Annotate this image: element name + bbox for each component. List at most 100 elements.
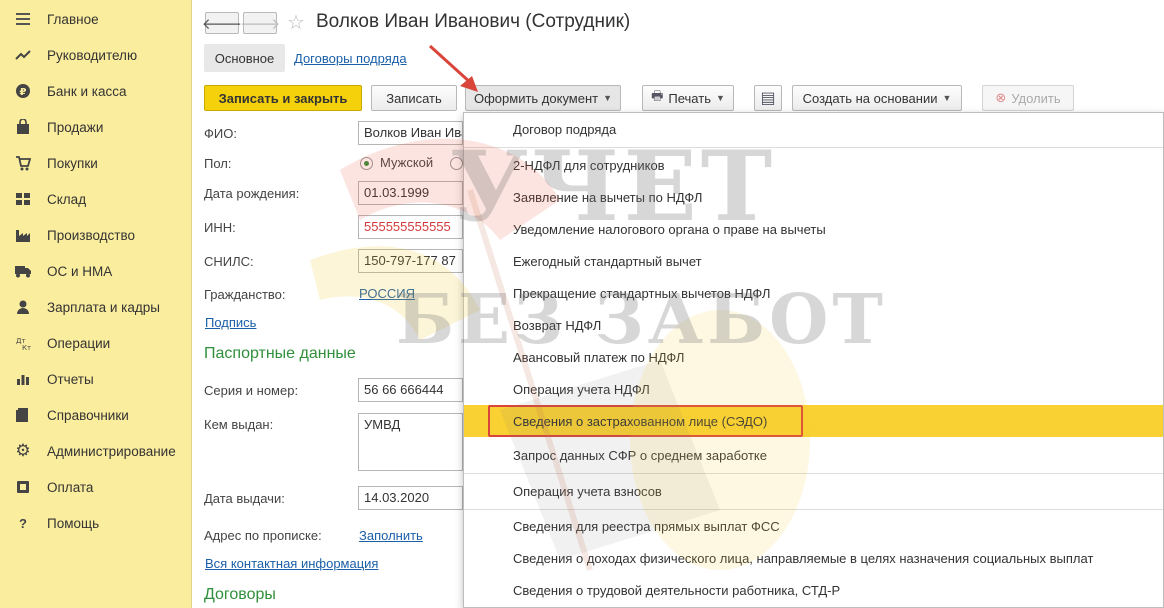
menu-item-income-info[interactable]: Сведения о доходах физического лица, нап… xyxy=(464,542,1163,574)
sidebar-item-operations[interactable]: Дт Кт Операции xyxy=(0,329,192,357)
issued-by-label: Кем выдан: xyxy=(204,417,274,432)
forward-button[interactable]: 🡒 xyxy=(239,12,281,34)
sidebar-item-label: Продажи xyxy=(47,119,104,135)
menu-item-fss-registry[interactable]: Сведения для реестра прямых выплат ФСС xyxy=(464,510,1163,542)
menu-item-sfr-request[interactable]: Запрос данных СФР о среднем заработке xyxy=(464,439,1163,471)
sidebar-item-label: Покупки xyxy=(47,155,98,171)
menu-item-2ndfl[interactable]: 2-НДФЛ для сотрудников xyxy=(464,149,1163,181)
sidebar-item-main[interactable]: Главное xyxy=(0,5,192,33)
address-fill-link[interactable]: Заполнить xyxy=(359,528,423,543)
create-based-on-label: Создать на основании xyxy=(802,90,938,106)
sidebar: Главное Руководителю ₽ Банк и касса Прод… xyxy=(0,0,192,608)
menu-item-deduction-application[interactable]: Заявление на вычеты по НДФЛ xyxy=(464,181,1163,213)
sidebar-item-admin[interactable]: ⚙ Администрирование xyxy=(0,437,192,465)
menu-item-tax-notice[interactable]: Уведомление налогового органа о праве на… xyxy=(464,213,1163,245)
gender-label: Пол: xyxy=(204,156,232,171)
sidebar-item-label: Оплата xyxy=(47,479,94,495)
arrow-right-icon: 🡒 xyxy=(239,15,281,33)
sidebar-item-label: Склад xyxy=(47,191,87,207)
citizenship-link[interactable]: РОССИЯ xyxy=(359,286,415,301)
contact-info-link[interactable]: Вся контактная информация xyxy=(205,556,378,571)
create-document-button[interactable]: Оформить документ ▼ xyxy=(465,85,621,111)
fio-field[interactable]: Волков Иван Ива xyxy=(358,121,463,145)
gender-female-radio[interactable] xyxy=(450,157,463,170)
menu-item-contributions-operation[interactable]: Операция учета взносов xyxy=(464,475,1163,507)
payment-icon xyxy=(14,478,32,496)
sidebar-item-bank[interactable]: ₽ Банк и касса xyxy=(0,77,192,105)
sidebar-item-label: Зарплата и кадры xyxy=(47,299,160,315)
menu-item-std-r[interactable]: Сведения о трудовой деятельности работни… xyxy=(464,574,1163,606)
snils-field[interactable]: 150-797-177 87 xyxy=(358,249,463,273)
menu-item-advance-payment[interactable]: Авансовый платеж по НДФЛ xyxy=(464,341,1163,373)
inn-field[interactable]: 555555555555 xyxy=(358,215,463,239)
signature-link[interactable]: Подпись xyxy=(205,315,256,330)
bag-icon xyxy=(14,118,32,136)
passport-series-field[interactable]: 56 66 666444 xyxy=(358,378,463,402)
menu-item-stop-deductions[interactable]: Прекращение стандартных вычетов НДФЛ xyxy=(464,277,1163,309)
bar-chart-icon xyxy=(14,370,32,388)
delete-button[interactable]: ⊗ Удолить xyxy=(982,85,1074,111)
create-document-label: Оформить документ xyxy=(473,90,599,106)
gender-male-label: Мужской xyxy=(380,155,434,170)
sidebar-item-directories[interactable]: Справочники xyxy=(0,401,192,429)
tab-main[interactable]: Основное xyxy=(204,44,285,72)
sidebar-item-salary[interactable]: Зарплата и кадры xyxy=(0,293,192,321)
trend-icon xyxy=(14,46,32,64)
svg-text:Кт: Кт xyxy=(22,344,31,351)
gear-icon: ⚙ xyxy=(15,441,31,460)
person-icon xyxy=(14,298,32,316)
sidebar-item-label: Операции xyxy=(47,335,111,351)
coin-icon: ₽ xyxy=(14,82,32,100)
arrow-left-icon: 🡐 xyxy=(201,15,243,33)
sidebar-item-label: Администрирование xyxy=(47,443,176,459)
help-icon: ? xyxy=(19,515,27,531)
printer-icon: 🖶 xyxy=(651,88,664,103)
delete-icon: ⊗ xyxy=(995,90,1007,105)
chevron-down-icon: ▼ xyxy=(942,93,952,103)
menu-separator xyxy=(464,147,1163,148)
birth-date-field[interactable]: 01.03.1999 xyxy=(358,181,463,205)
passport-series-label: Серия и номер: xyxy=(204,383,299,398)
menu-item-insured-person[interactable]: Сведения о застрахованном лице (СЭДО) xyxy=(464,405,1163,437)
menu-item-ndfl-operation[interactable]: Операция учета НДФЛ xyxy=(464,373,1163,405)
sidebar-item-warehouse[interactable]: Склад xyxy=(0,185,192,213)
issue-date-label: Дата выдачи: xyxy=(204,491,285,506)
page-title: Волков Иван Иванович (Сотрудник) xyxy=(316,11,631,32)
delete-label: Удолить xyxy=(1011,90,1061,106)
cart-icon xyxy=(14,154,32,172)
save-button[interactable]: Записать xyxy=(371,85,457,111)
print-button[interactable]: 🖶 Печать ▼ xyxy=(642,85,734,111)
list-button[interactable]: ▤ xyxy=(754,85,782,111)
sidebar-item-production[interactable]: Производство xyxy=(0,221,192,249)
star-icon[interactable]: ☆ xyxy=(287,10,305,35)
menu-item-annual-deduction[interactable]: Ежегодный стандартный вычет xyxy=(464,245,1163,277)
issue-date-field[interactable]: 14.03.2020 xyxy=(358,486,463,510)
menu-item-contract[interactable]: Договор подряда xyxy=(464,113,1163,145)
sidebar-item-sales[interactable]: Продажи xyxy=(0,113,192,141)
factory-icon xyxy=(14,226,32,244)
sidebar-item-manager[interactable]: Руководителю xyxy=(0,41,192,69)
chevron-down-icon: ▼ xyxy=(603,93,613,103)
truck-icon xyxy=(14,262,32,280)
save-and-close-button[interactable]: Записать и закрыть xyxy=(204,85,362,111)
gender-male-radio[interactable] xyxy=(360,157,373,170)
sidebar-item-label: Производство xyxy=(47,227,136,243)
back-button[interactable]: 🡐 xyxy=(201,12,243,34)
menu-item-ndfl-refund[interactable]: Возврат НДФЛ xyxy=(464,309,1163,341)
sidebar-item-assets[interactable]: ОС и НМА xyxy=(0,257,192,285)
tab-contracts[interactable]: Договоры подряда xyxy=(294,44,407,72)
svg-text:₽: ₽ xyxy=(20,87,27,98)
sidebar-item-label: Руководителю xyxy=(47,47,138,63)
snils-label: СНИЛС: xyxy=(204,254,254,269)
sidebar-item-help[interactable]: ? Помощь xyxy=(0,509,192,537)
sidebar-item-payment[interactable]: Оплата xyxy=(0,473,192,501)
sidebar-item-reports[interactable]: Отчеты xyxy=(0,365,192,393)
address-label: Адрес по прописке: xyxy=(204,528,322,543)
create-based-on-button[interactable]: Создать на основании ▼ xyxy=(792,85,962,111)
create-document-menu: Договор подряда 2-НДФЛ для сотрудников З… xyxy=(463,112,1164,608)
issued-by-field[interactable]: УМВД xyxy=(358,413,463,471)
chevron-down-icon: ▼ xyxy=(715,93,725,103)
sidebar-item-label: ОС и НМА xyxy=(47,263,113,279)
menu-separator xyxy=(464,473,1163,474)
sidebar-item-purchases[interactable]: Покупки xyxy=(0,149,192,177)
